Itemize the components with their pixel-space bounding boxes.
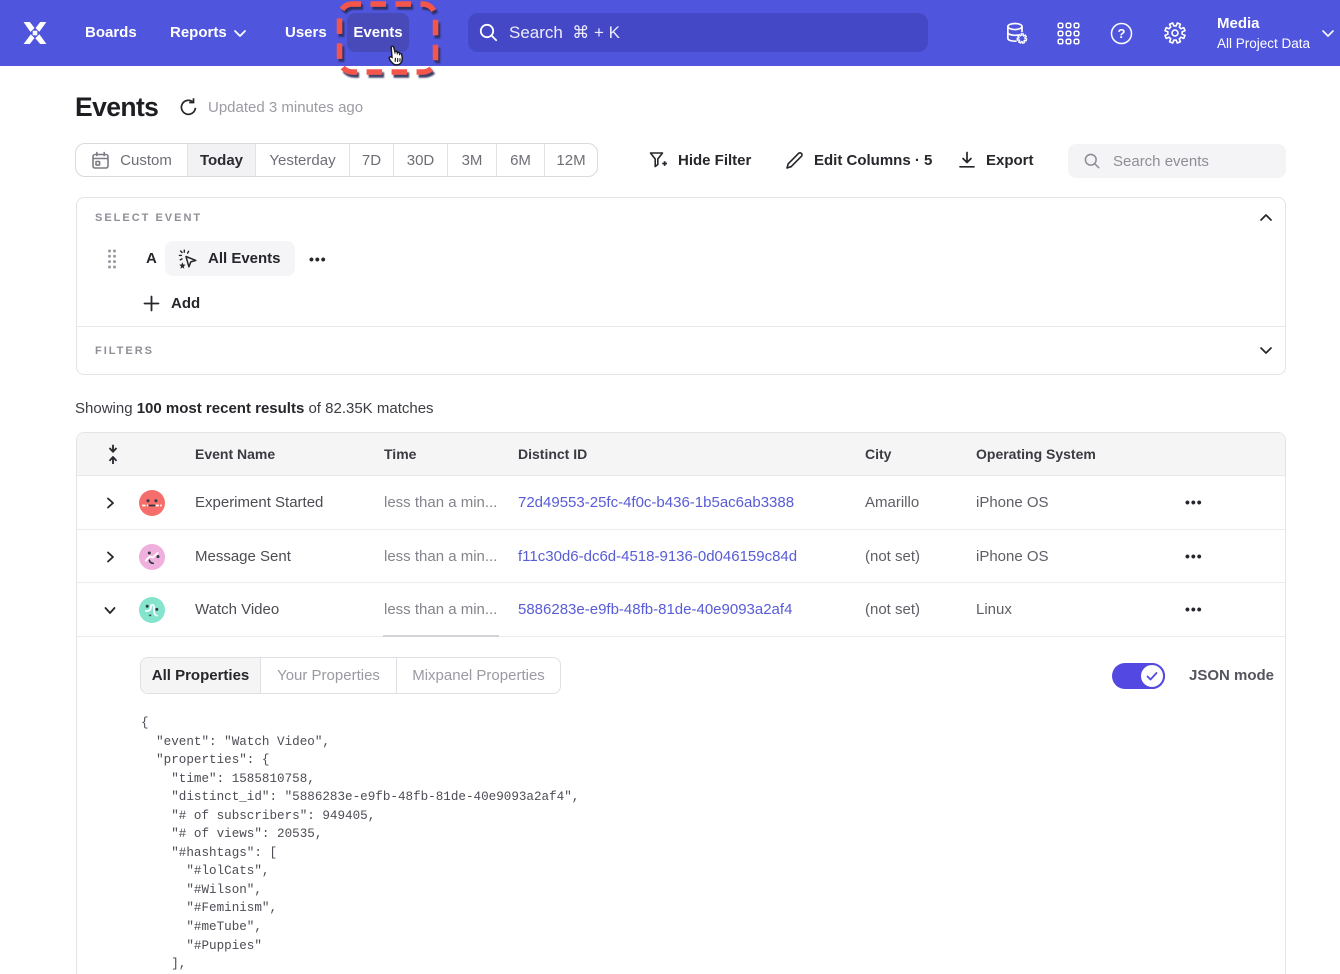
svg-text:?: ?	[1118, 26, 1126, 41]
